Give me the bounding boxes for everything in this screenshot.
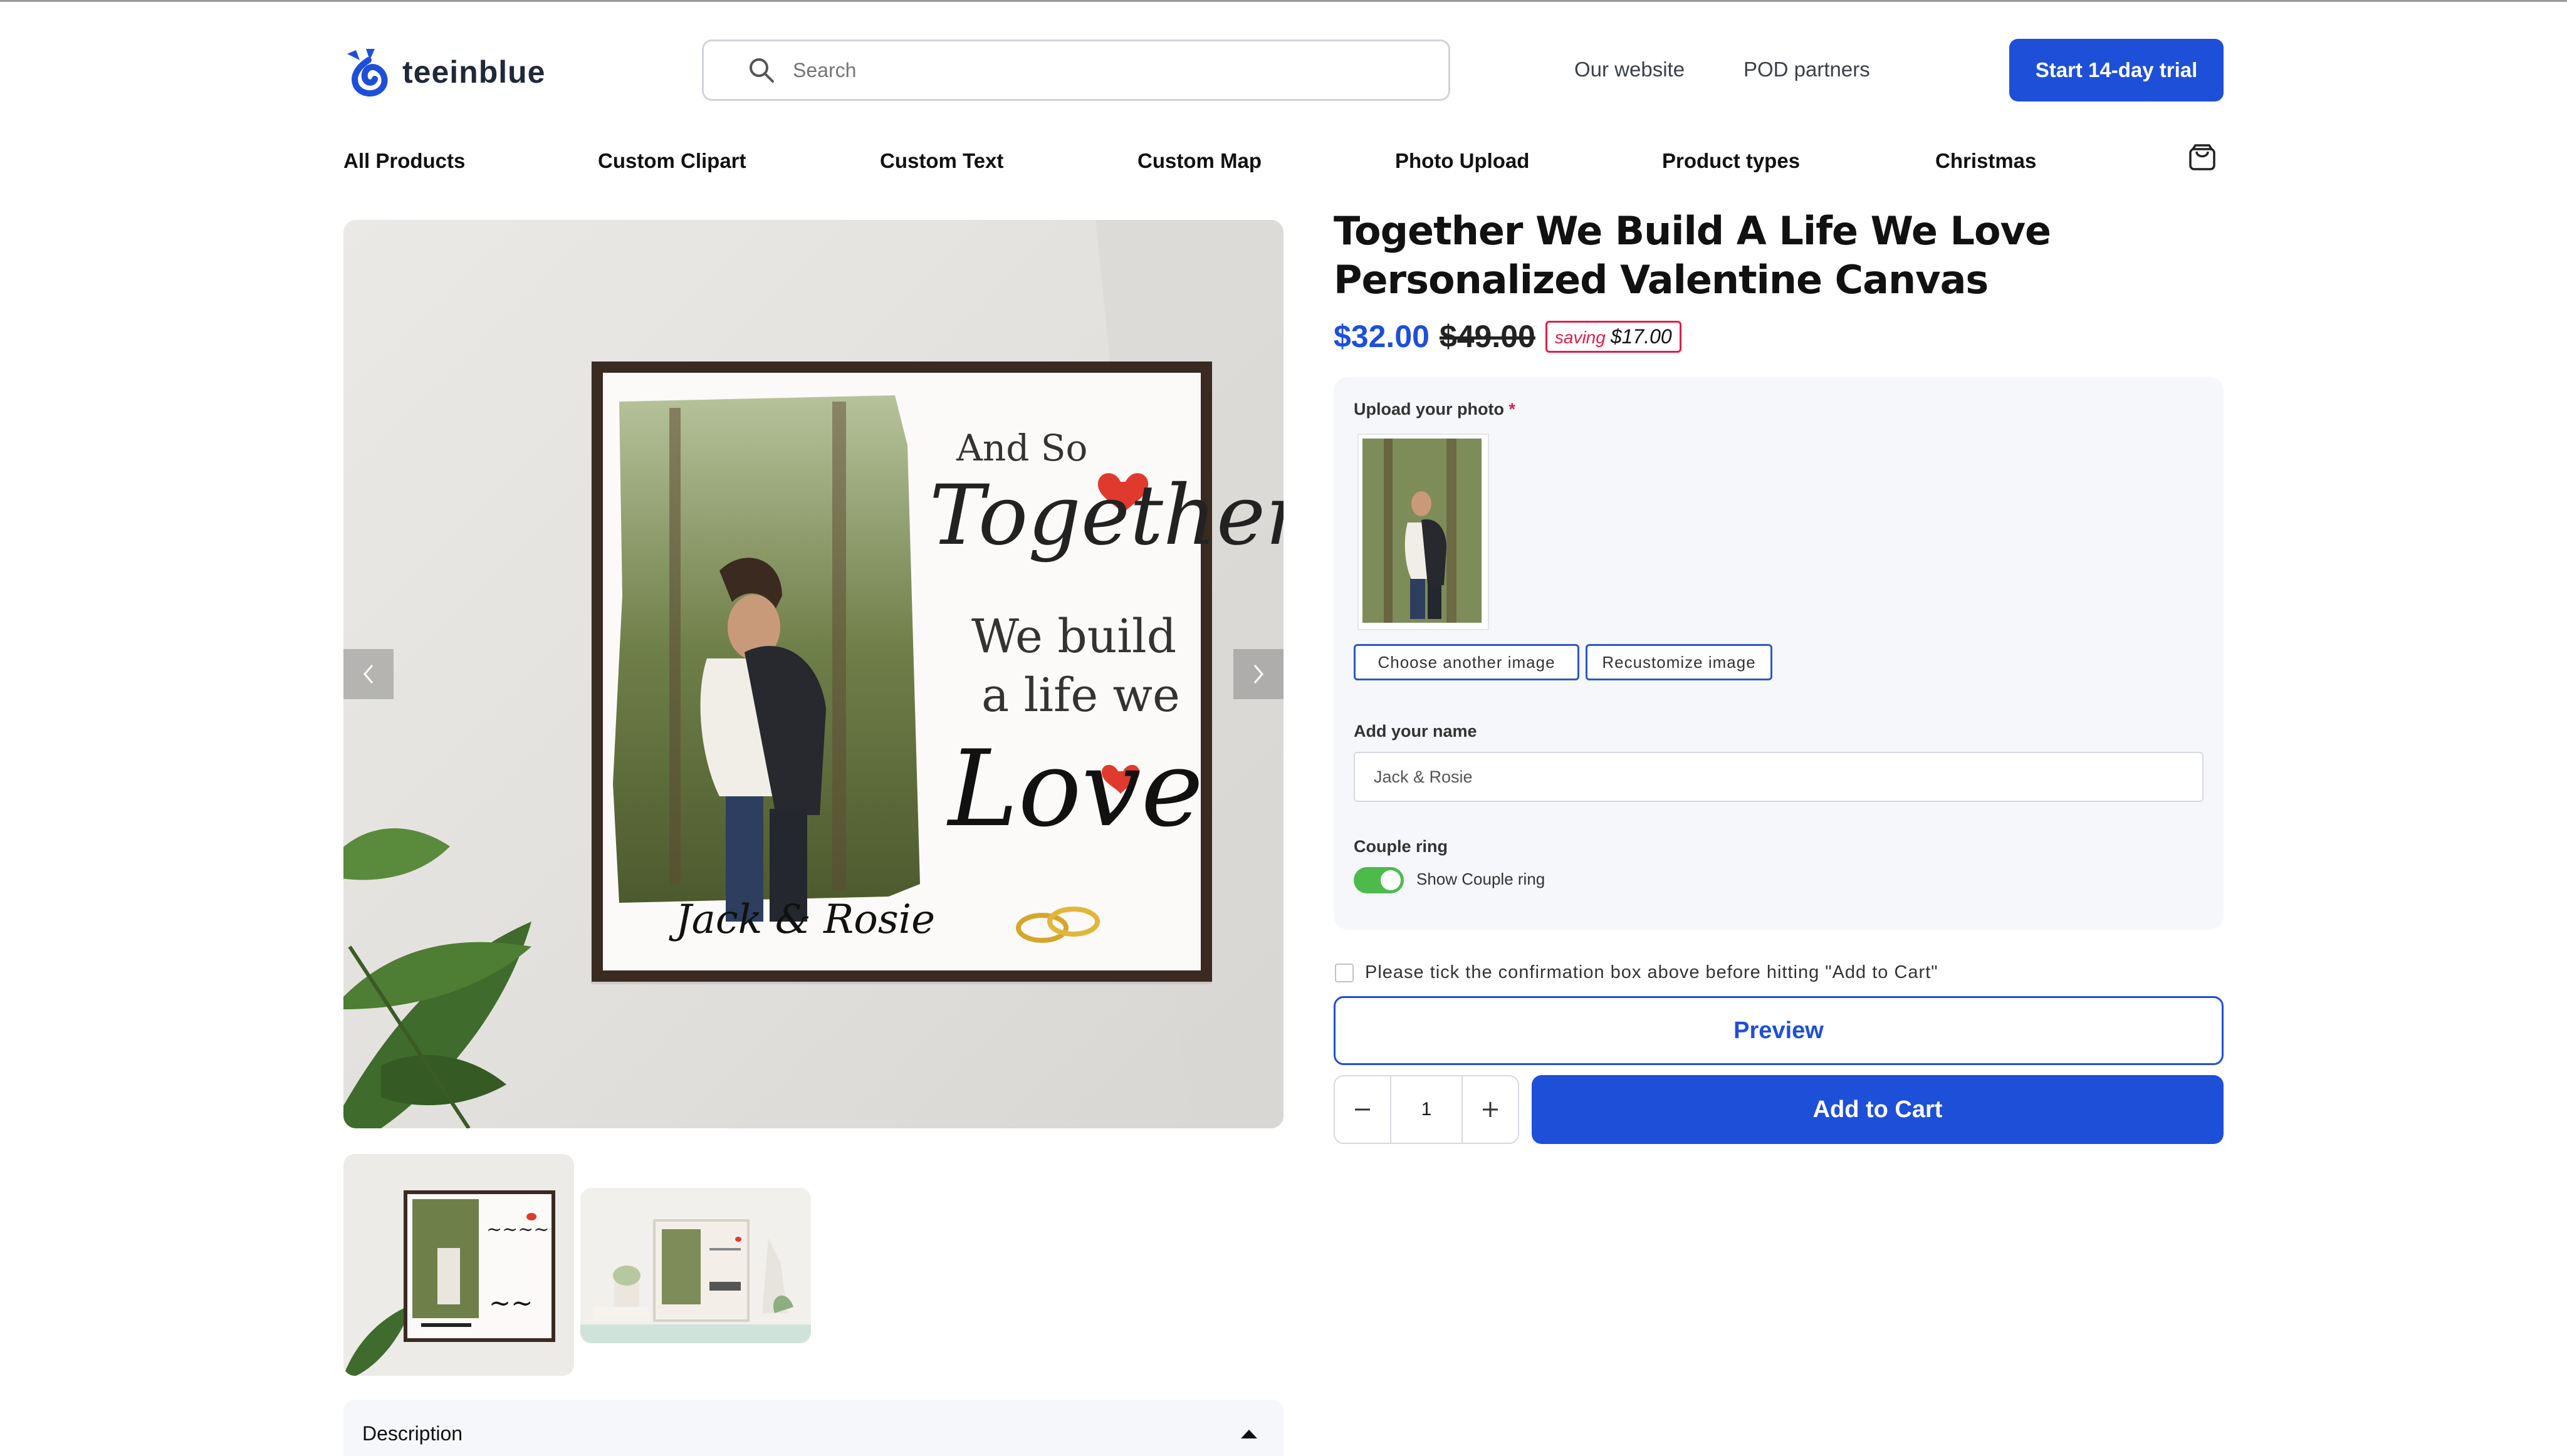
logo-icon [347,49,388,97]
preview-button[interactable]: Preview [1334,996,2224,1065]
nav-custom-text[interactable]: Custom Text [880,149,1003,173]
thumbnail-2-image [580,1219,811,1343]
logo[interactable]: teeinblue [343,46,545,98]
minus-icon [1355,1108,1370,1111]
uploaded-photo[interactable] [1357,434,1489,630]
add-name-label: Add your name [1354,722,1477,741]
svg-text:~~: ~~ [489,1287,533,1318]
couple-ring-toggle[interactable] [1354,867,1404,893]
recustomize-image-button[interactable]: Recustomize image [1586,644,1772,680]
choose-another-image-button[interactable]: Choose another image [1354,644,1579,680]
art-line-together: Together [929,467,1284,564]
search-input[interactable] [792,58,1358,83]
nav-custom-clipart[interactable]: Custom Clipart [598,149,746,173]
uploaded-photo-image [1362,439,1482,623]
art-line-and-so: And So [956,427,1088,469]
saving-amount: $17.00 [1610,325,1672,348]
caret-up-icon [1241,1430,1257,1438]
gallery-next-button[interactable] [1233,649,1284,699]
quantity-stepper: 1 [1334,1075,1519,1144]
art-names: Jack & Rosie [676,897,935,943]
brand-name: teeinblue [402,55,546,90]
couple-ring-label: Couple ring [1354,837,1448,856]
top-border [0,0,2567,2]
required-mark: * [1508,400,1515,419]
description-label: Description [362,1422,463,1445]
product-main-image: And So Together We build a life we Love … [343,220,1284,1128]
quantity-value[interactable]: 1 [1390,1076,1463,1143]
price-row: $32.00 $49.00 saving $17.00 [1334,318,1681,355]
chevron-right-icon [1253,665,1263,684]
start-trial-button[interactable]: Start 14-day trial [2009,39,2224,101]
confirmation-text: Please tick the confirmation box above b… [1365,962,1938,982]
art-line-we-build: We build [971,610,1177,663]
sale-price: $32.00 [1334,319,1430,354]
search-icon [750,58,774,83]
compare-price: $49.00 [1439,319,1535,354]
decrease-quantity-button[interactable] [1335,1076,1390,1143]
search-bar[interactable] [702,39,1450,101]
nav-all-products[interactable]: All Products [343,149,465,173]
confirmation-checkbox[interactable] [1335,964,1354,982]
name-input[interactable] [1354,752,2204,802]
description-accordion[interactable]: Description [343,1400,1284,1456]
nav-christmas[interactable]: Christmas [1935,149,2036,173]
add-to-cart-button[interactable]: Add to Cart [1532,1075,2224,1144]
product-title: Together We Build A Life We Love Persona… [1334,208,2051,303]
art-line-love: Love [948,727,1204,850]
our-website-link[interactable]: Our website [1574,58,1685,81]
upload-photo-label: Upload your photo * [1354,400,1515,419]
couple-ring-toggle-label: Show Couple ring [1416,870,1545,888]
cart-icon[interactable] [2188,143,2217,172]
thumbnail-2[interactable] [580,1188,811,1343]
art-line-a-life-we: a life we [981,668,1180,722]
thumbnail-1-image: ~~~~ ~~ [343,1190,555,1376]
thumbnail-1[interactable]: ~~~~ ~~ [343,1154,574,1376]
nav-photo-upload[interactable]: Photo Upload [1395,149,1529,173]
toggle-knob [1381,870,1401,890]
svg-text:~~~~: ~~~~ [486,1219,550,1240]
plus-icon [1483,1102,1498,1117]
pod-partners-link[interactable]: POD partners [1744,58,1870,81]
increase-quantity-button[interactable] [1463,1076,1518,1143]
saving-badge: saving $17.00 [1545,320,1681,353]
nav-custom-map[interactable]: Custom Map [1137,149,1262,173]
nav-product-types[interactable]: Product types [1662,149,1800,173]
saving-label: saving [1554,327,1606,347]
chevron-left-icon [363,665,374,684]
gallery-prev-button[interactable] [343,649,394,699]
